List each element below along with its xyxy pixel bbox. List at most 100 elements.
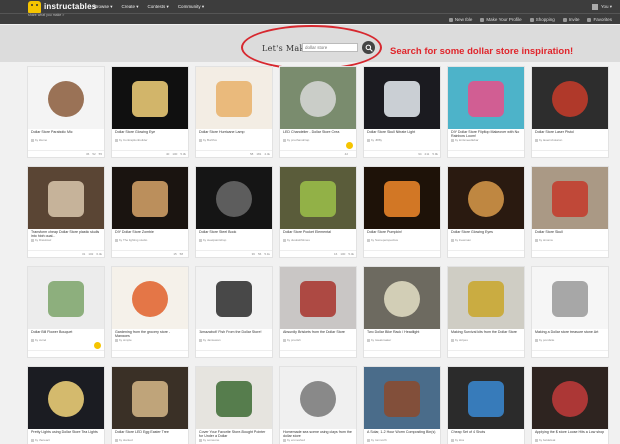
project-thumbnail[interactable] [28, 67, 104, 129]
project-card[interactable]: Dollar Store Steel Book by steelpaintshop… [195, 166, 273, 258]
project-title[interactable]: Dollar Store Glowing Eyes [448, 229, 524, 237]
project-title[interactable]: Making a Dollar store treasure stone Art [532, 329, 608, 337]
project-card[interactable]: LED Chandelier - Dollar Store Crea by pnu… [279, 66, 357, 158]
project-card[interactable]: Dollar Bill Flower Bouquet by curiel [27, 266, 105, 358]
project-title[interactable]: Dollar Store Skull [532, 229, 608, 237]
project-author[interactable]: by enmeshed [280, 437, 356, 442]
project-thumbnail[interactable] [280, 67, 356, 129]
project-thumbnail[interactable] [448, 67, 524, 129]
project-title[interactable]: Two Dollar Bike Rack / Headlight [364, 329, 440, 337]
logo[interactable]: instructables [28, 0, 96, 13]
nav-community[interactable]: Community ▾ [178, 4, 204, 10]
project-card[interactable]: Two Dollar Bike Rack / Headlight by tweak… [363, 266, 441, 358]
project-author[interactable]: by kiss [448, 437, 524, 442]
project-title[interactable]: Pretty Lights using Dollar Store Tea Lig… [28, 429, 104, 437]
project-thumbnail[interactable] [196, 267, 272, 329]
project-author[interactable]: by curiel [28, 337, 104, 342]
project-author[interactable]: by Someperspective [364, 237, 440, 242]
project-thumbnail[interactable] [448, 167, 524, 229]
project-thumbnail[interactable] [532, 167, 608, 229]
subnav-invite[interactable]: Invite [562, 17, 579, 22]
project-title[interactable]: Dollar Store Pocket Elemental [280, 229, 356, 237]
project-author[interactable]: by thereact [28, 437, 104, 442]
project-card[interactable]: Dollar Store Hurricane Lamp by Burlifox 58… [195, 66, 273, 158]
project-card[interactable]: A Solar, 1-2 Hour Worm Composting Bin(s)… [363, 366, 441, 444]
project-thumbnail[interactable] [28, 167, 104, 229]
project-card[interactable]: Dollar Store Skull Nitrate Light by Jl88y… [363, 66, 441, 158]
project-title[interactable]: Dollar Store Skull Nitrate Light [364, 129, 440, 137]
project-author[interactable]: by tomnorth [364, 437, 440, 442]
project-author[interactable]: by ldemo [28, 137, 104, 142]
project-author[interactable]: by pnuttsh [280, 337, 356, 342]
project-author[interactable]: by simple [112, 337, 188, 342]
project-thumbnail[interactable] [280, 267, 356, 329]
project-author[interactable]: by knitsneedlebar [448, 137, 524, 142]
project-thumbnail[interactable] [112, 67, 188, 129]
subnav-favorites[interactable]: Favorites [587, 17, 612, 22]
project-thumbnail[interactable] [532, 267, 608, 329]
project-title[interactable]: Dollar Store Laser Pistol [532, 129, 608, 137]
project-title[interactable]: Dollar Store LED Egg Easter Tree [112, 429, 188, 437]
project-title[interactable]: 'Amazabolt' Fish From the Dollar Store! [196, 329, 272, 337]
project-author[interactable]: by duskwithtimes [280, 237, 356, 242]
project-card[interactable]: Dollar Store Pocket Elemental by duskwith… [279, 166, 357, 258]
project-card[interactable]: Cover Your Favorite Store-Bought Pointer… [195, 366, 273, 444]
project-thumbnail[interactable] [112, 367, 188, 429]
nav-browse[interactable]: Browse ▾ [94, 4, 113, 10]
project-title[interactable]: Homemade sea scene using clays from the … [280, 429, 356, 437]
project-card[interactable]: Dollar Store Skull by sinoma [531, 166, 609, 258]
project-thumbnail[interactable] [364, 167, 440, 229]
project-thumbnail[interactable] [28, 267, 104, 329]
project-card[interactable]: Pretty Lights using Dollar Store Tea Lig… [27, 366, 105, 444]
account-menu[interactable]: You ▾ [591, 0, 612, 13]
subnav-profile[interactable]: Make Your Profile [480, 17, 522, 22]
subnav-new-ible[interactable]: New Ible [448, 17, 472, 22]
project-card[interactable]: DIY Dollar Store Zombie by The lighting s… [111, 166, 189, 258]
project-title[interactable]: Absurdly Briskets from the Dollar Store [280, 329, 356, 337]
project-title[interactable]: Making Survival kits from the Dollar Sto… [448, 329, 524, 337]
project-author[interactable]: by stripes [448, 337, 524, 342]
project-title[interactable]: Dollar Store Pumpkin! [364, 229, 440, 237]
nav-create[interactable]: Create ▾ [122, 4, 139, 10]
account-label[interactable]: You ▾ [601, 4, 612, 10]
project-author[interactable]: by slanted [112, 437, 188, 442]
project-card[interactable]: Making a Dollar store treasure stone Art… [531, 266, 609, 358]
project-thumbnail[interactable] [196, 67, 272, 129]
project-title[interactable]: Dollar Bill Flower Bouquet [28, 329, 104, 337]
project-thumbnail[interactable] [532, 67, 608, 129]
project-title[interactable]: Gardening from the grocery store - Mango… [112, 329, 188, 337]
project-title[interactable]: DIY Dollar Store Zombie [112, 229, 188, 237]
project-card[interactable]: DIY Dollar Store Flipflop Makeover with … [447, 66, 525, 158]
avatar[interactable] [591, 3, 598, 10]
project-card[interactable]: Making Survival kits from the Dollar Sto… [447, 266, 525, 358]
project-thumbnail[interactable] [196, 167, 272, 229]
project-thumbnail[interactable] [280, 167, 356, 229]
nav-contests[interactable]: Contests ▾ [148, 4, 169, 10]
project-card[interactable]: Absurdly Briskets from the Dollar Store b… [279, 266, 357, 358]
project-thumbnail[interactable] [448, 367, 524, 429]
project-card[interactable]: Dollar Store LED Egg Easter Tree by slant… [111, 366, 189, 444]
project-author[interactable]: by steelpaintshop [196, 237, 272, 242]
project-title[interactable]: LED Chandelier - Dollar Store Crea [280, 129, 356, 137]
project-author[interactable]: by beldefeat [532, 437, 608, 442]
project-thumbnail[interactable] [28, 367, 104, 429]
project-thumbnail[interactable] [196, 367, 272, 429]
project-title[interactable]: Dollar Store Steel Book [196, 229, 272, 237]
project-author[interactable]: by lnewman [448, 237, 524, 242]
project-thumbnail[interactable] [364, 267, 440, 329]
project-author[interactable]: by someone [196, 437, 272, 442]
project-thumbnail[interactable] [364, 67, 440, 129]
project-thumbnail[interactable] [448, 267, 524, 329]
project-author[interactable]: by Contraptionbuilder [112, 137, 188, 142]
project-card[interactable]: Dollar Store Glowing Eye by Contraptionbu… [111, 66, 189, 158]
project-author[interactable]: by pnuthandcrap [280, 137, 356, 142]
project-card[interactable]: Dollar Store Glowing Eyes by lnewman [447, 166, 525, 258]
project-card[interactable]: Homemade sea scene using clays from the … [279, 366, 357, 444]
project-card[interactable]: 'Amazabolt' Fish From the Dollar Store! b… [195, 266, 273, 358]
project-author[interactable]: by tweakmaker [364, 337, 440, 342]
project-card[interactable]: Gardening from the grocery store - Mango… [111, 266, 189, 358]
project-title[interactable]: DIY Dollar Store Flipflop Makeover with … [448, 129, 524, 137]
subnav-shopping[interactable]: Shopping [529, 17, 555, 22]
project-title[interactable]: Transform cheap Dollar Store plastic sku… [28, 229, 104, 237]
project-card[interactable]: Cheap Set of 4 Shots by kiss [447, 366, 525, 444]
